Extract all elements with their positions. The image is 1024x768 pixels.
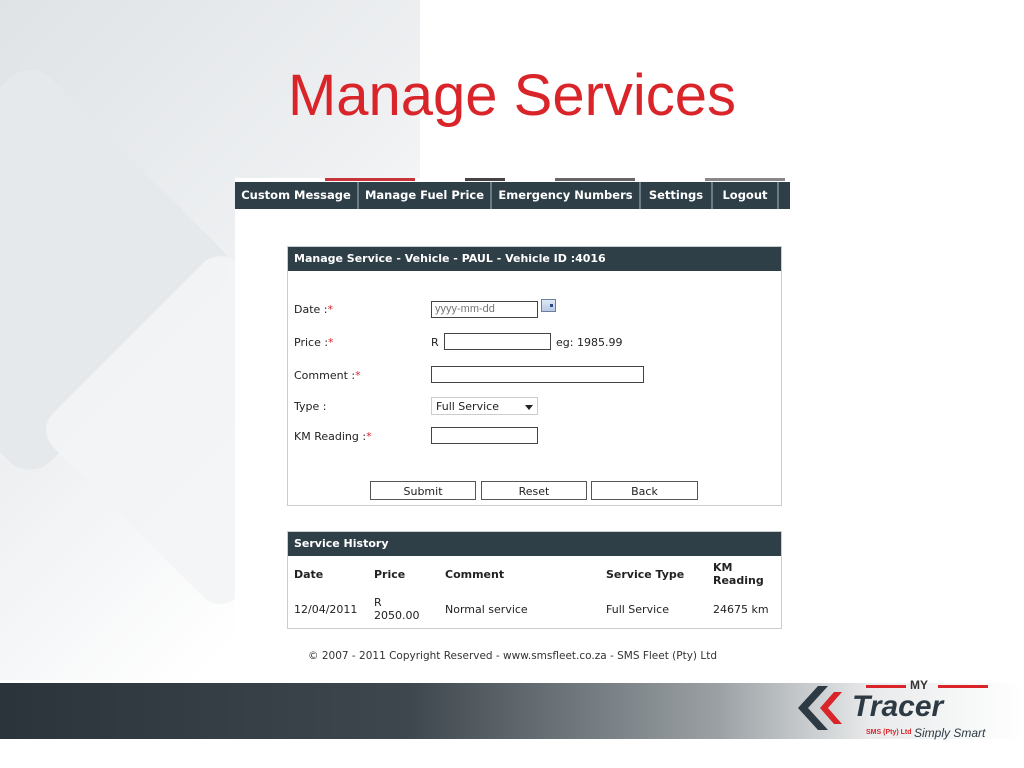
price-example: eg: 1985.99 (556, 336, 623, 349)
top-nav: Custom Message Manage Fuel Price Emergen… (235, 182, 790, 209)
logo-sms-text: SMS (Pty) Ltd (866, 729, 912, 736)
km-input[interactable] (431, 427, 538, 444)
price-label: Price :* (294, 336, 334, 349)
copyright-footer: © 2007 - 2011 Copyright Reserved - www.s… (308, 650, 717, 662)
cell-km-reading: 24675 km (713, 603, 769, 616)
price-currency: R (431, 336, 439, 349)
comment-input[interactable] (431, 366, 644, 383)
cell-date: 12/04/2011 (294, 603, 358, 616)
nav-settings[interactable]: Settings (641, 182, 713, 209)
reset-button[interactable]: Reset (481, 481, 587, 500)
cell-service-type: Full Service (606, 603, 669, 616)
type-label: Type : (294, 400, 327, 413)
column-header-service-type: Service Type (606, 568, 685, 581)
column-header-price: Price (374, 568, 406, 581)
cell-comment: Normal service (445, 603, 528, 616)
nav-logout[interactable]: Logout (713, 182, 779, 209)
logo-wordmark: Tracer (852, 690, 944, 723)
required-mark: * (327, 303, 334, 316)
submit-button[interactable]: Submit (370, 481, 476, 500)
chevron-down-icon (525, 405, 533, 410)
manage-service-panel: Manage Service - Vehicle - PAUL - Vehicl… (287, 246, 782, 506)
service-history-panel: Service History Date Price Comment Servi… (287, 531, 782, 629)
back-button[interactable]: Back (591, 481, 698, 500)
comment-label: Comment :* (294, 369, 361, 382)
logo-tagline: Simply Smart (914, 726, 986, 740)
date-input[interactable] (431, 301, 538, 318)
column-header-km-reading: KM Reading (713, 561, 764, 587)
app-screenshot: Custom Message Manage Fuel Price Emergen… (235, 178, 790, 666)
calendar-icon[interactable] (541, 299, 556, 312)
logo-line (866, 685, 906, 688)
cell-price: R 2050.00 (374, 596, 420, 622)
slide-title: Manage Services (287, 63, 737, 128)
price-input[interactable] (444, 333, 551, 350)
mytracer-logo: MY Tracer SMS (Pty) Ltd Simply Smart (790, 676, 1000, 748)
km-label: KM Reading :* (294, 430, 372, 443)
manage-service-header: Manage Service - Vehicle - PAUL - Vehicl… (288, 247, 781, 271)
logo-line (938, 685, 988, 688)
chevron-logo-icon (798, 686, 842, 730)
type-selected: Full Service (436, 400, 499, 413)
nav-manage-fuel-price[interactable]: Manage Fuel Price (359, 182, 492, 209)
service-history-header: Service History (288, 532, 781, 556)
column-header-comment: Comment (445, 568, 505, 581)
nav-custom-message[interactable]: Custom Message (235, 182, 359, 209)
date-label: Date :* (294, 303, 333, 316)
type-select[interactable]: Full Service (431, 397, 538, 415)
column-header-date: Date (294, 568, 324, 581)
nav-emergency-numbers[interactable]: Emergency Numbers (492, 182, 641, 209)
